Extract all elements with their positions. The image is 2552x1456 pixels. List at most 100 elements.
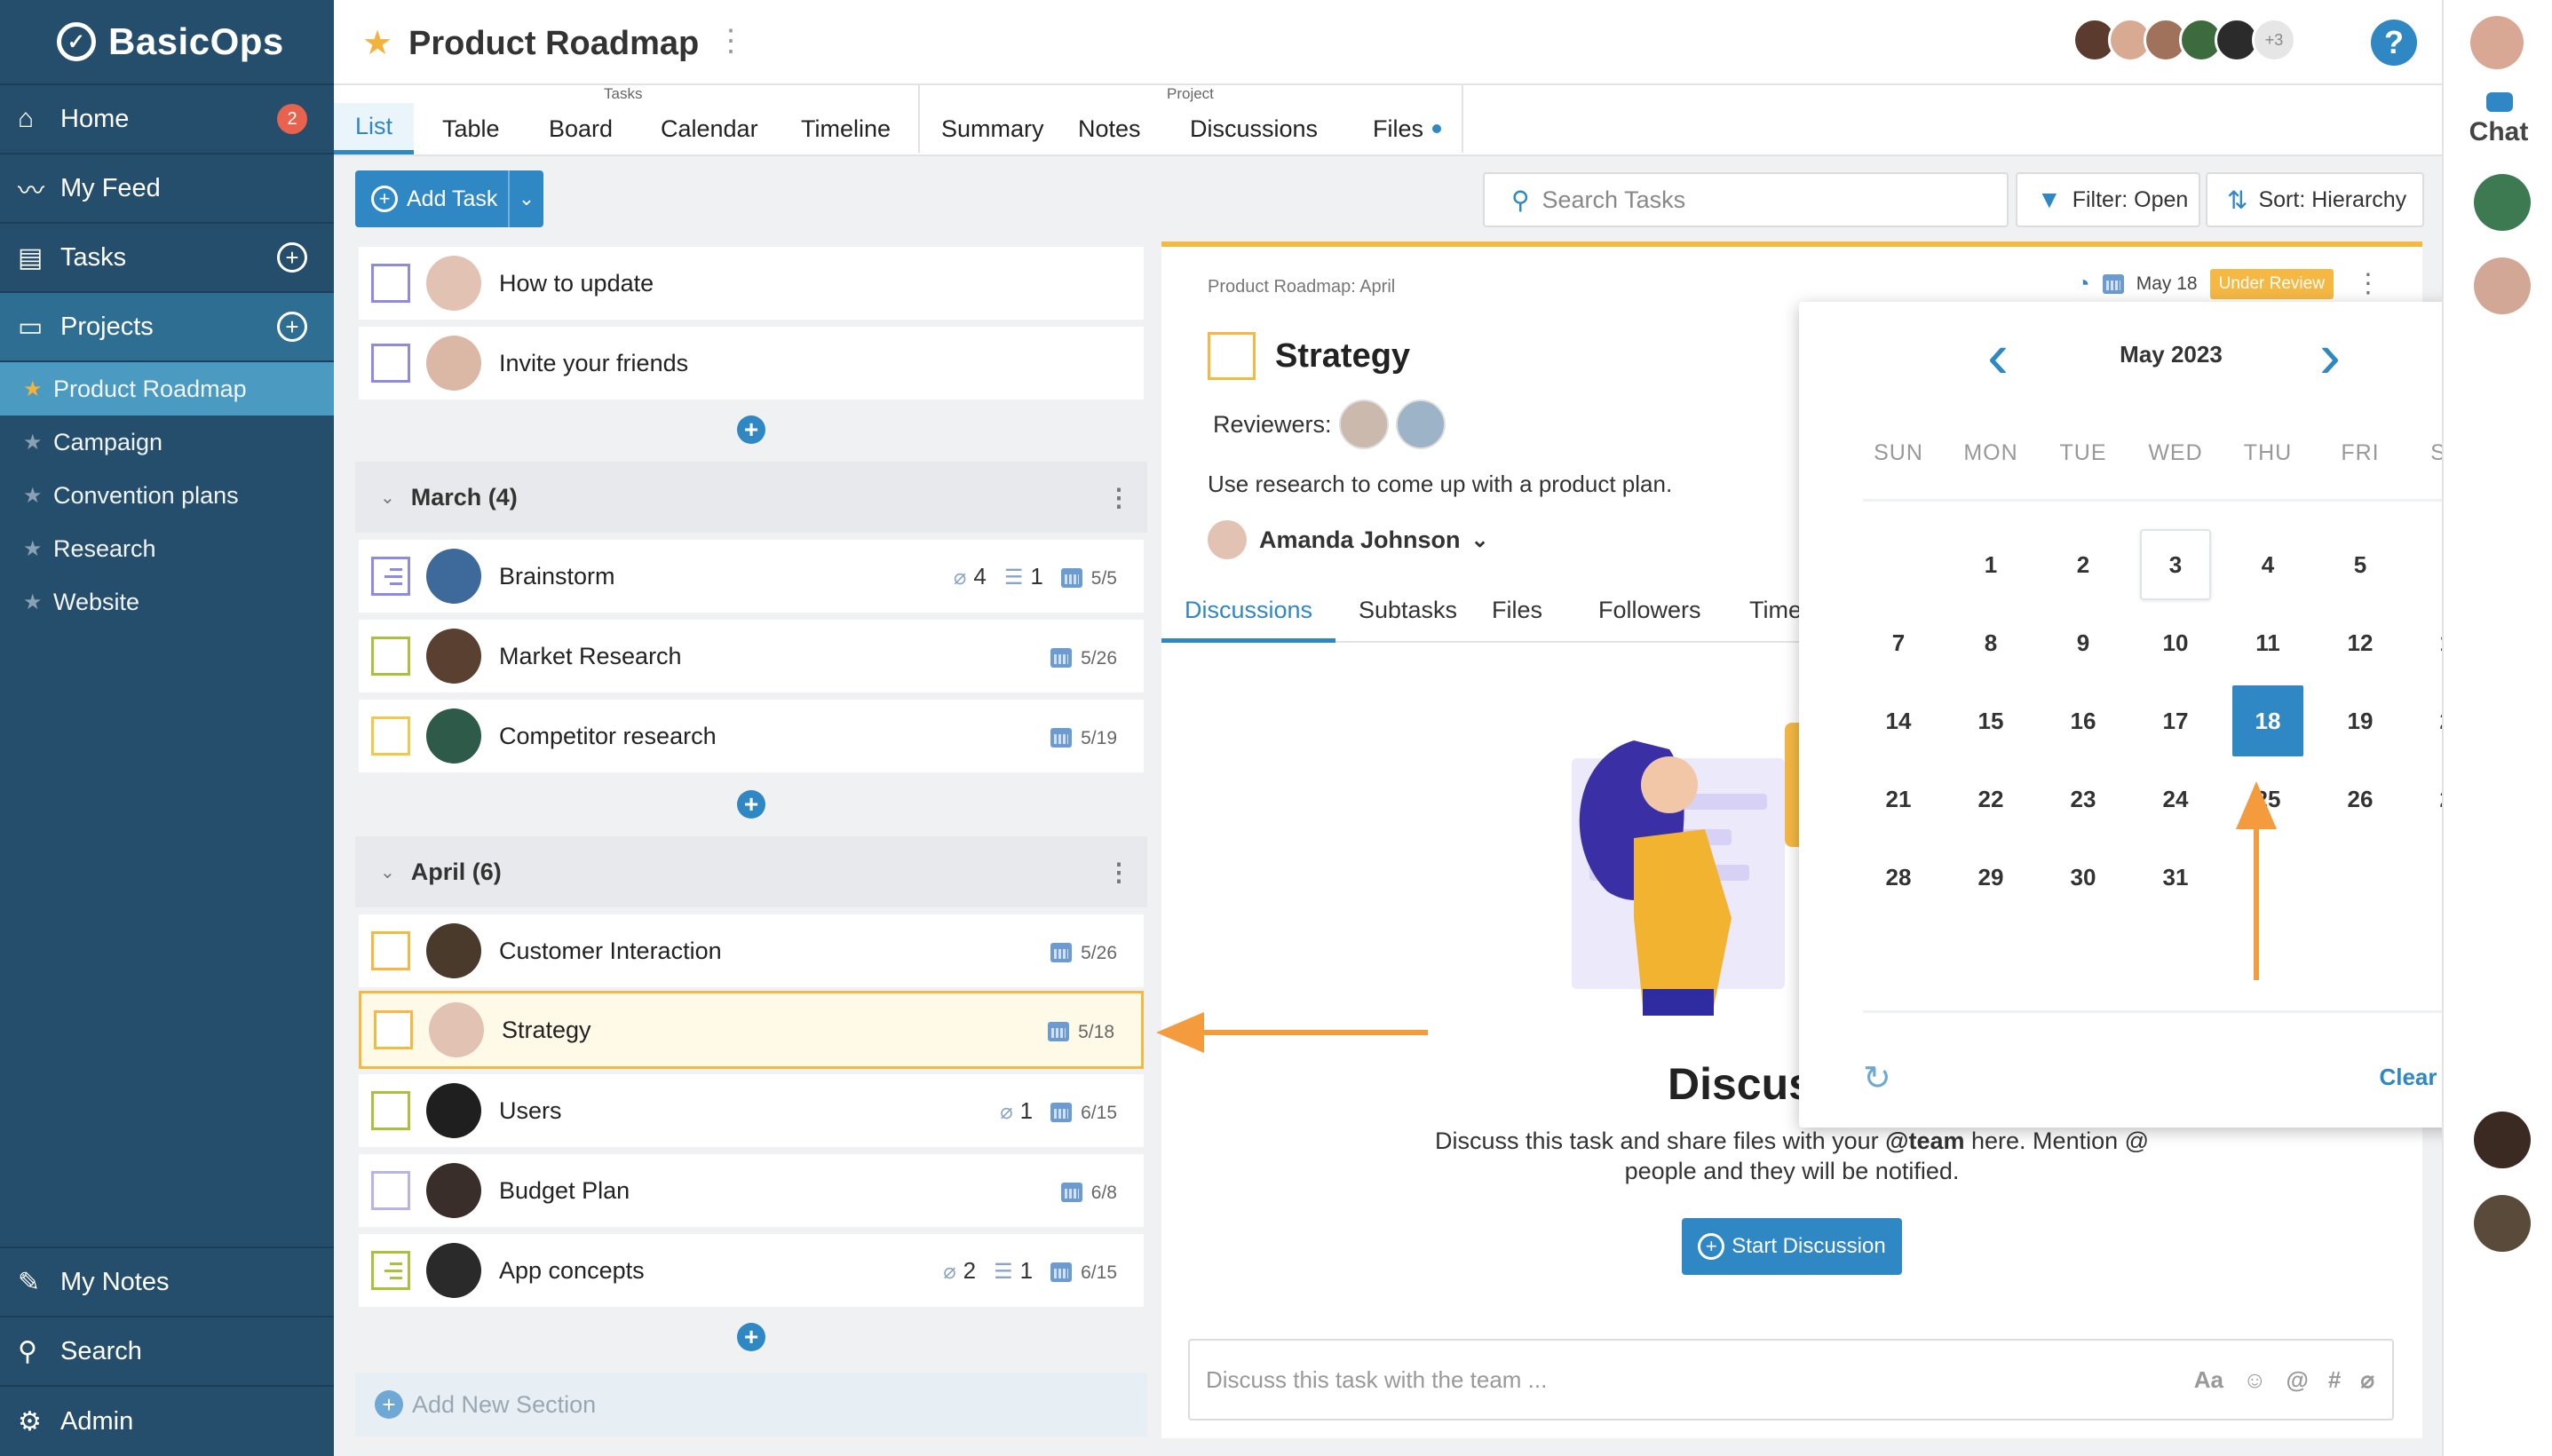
tab-files[interactable]: Files [1351,103,1462,154]
calendar-day[interactable]: 3 [2140,529,2211,600]
calendar-day[interactable]: 14 [1863,685,1934,756]
add-section-button[interactable]: + Add New Section [355,1373,1147,1436]
chevron-down-icon[interactable]: ⌄ [380,861,395,883]
task-row[interactable]: Competitor research 5/19 [359,700,1144,772]
task-checkbox[interactable] [371,716,410,756]
emoji-icon[interactable]: ☺ [2243,1366,2267,1394]
tab-files[interactable]: Files [1469,597,1565,643]
task-row[interactable]: Budget Plan 6/8 [359,1154,1144,1227]
tab-followers[interactable]: Followers [1575,597,1724,643]
task-row[interactable]: Customer Interaction 5/26 [359,914,1144,987]
calendar-day[interactable]: 8 [1955,607,2026,678]
calendar-day[interactable]: 15 [1955,685,2026,756]
status-badge[interactable]: Under Review [2209,268,2334,299]
task-menu-icon[interactable]: ⋮ [2355,268,2382,299]
app-logo[interactable]: ✓ BasicOps [0,0,334,85]
avatar[interactable] [1338,400,1389,449]
calendar-day[interactable]: 4 [2232,529,2303,600]
calendar-day[interactable]: 28 [1863,842,1934,913]
task-checkbox[interactable] [371,264,410,303]
refresh-icon[interactable]: ↻ [1863,1058,1891,1098]
task-checkbox[interactable] [371,1091,410,1130]
tab-discussions[interactable]: Discussions [1161,597,1336,643]
chat-contact-avatar[interactable] [2474,1112,2531,1168]
due-date[interactable]: May 18 [2136,273,2198,295]
calendar-day[interactable]: 30 [2048,842,2119,913]
calendar-day[interactable]: 16 [2048,685,2119,756]
text-format-icon[interactable]: Aa [2194,1366,2223,1394]
task-row[interactable]: Users ⌀ 1 6/15 [359,1074,1144,1147]
sidebar-item-search[interactable]: ⚲ Search [0,1318,334,1387]
sidebar-item-admin[interactable]: ⚙ Admin [0,1387,334,1456]
calendar-day[interactable]: 29 [1955,842,2026,913]
calendar-day[interactable]: 1 [1955,529,2026,600]
calendar-day[interactable]: 24 [2140,764,2211,835]
next-month-icon[interactable]: › [2319,320,2341,392]
task-checkbox[interactable] [371,637,410,676]
section-header-march[interactable]: ⌄ March (4) ⋮ [355,462,1147,533]
calendar-day[interactable]: 11 [2232,607,2303,678]
task-description[interactable]: Use research to come up with a product p… [1208,471,1672,498]
current-user-avatar[interactable] [2470,16,2524,69]
add-task-inline-icon[interactable]: + [737,1323,765,1351]
project-item-research[interactable]: ★ Research [0,522,334,575]
section-menu-icon[interactable]: ⋮ [1106,483,1131,512]
help-icon[interactable]: ? [2371,20,2417,66]
section-menu-icon[interactable]: ⋮ [1106,858,1131,887]
task-row[interactable]: Brainstorm ⌀ 4 ☰ 1 5/5 [359,540,1144,613]
chevron-down-icon[interactable]: ⌄ [380,487,395,509]
task-checkbox[interactable] [371,1171,410,1210]
start-discussion-button[interactable]: + Start Discussion [1682,1218,1902,1275]
calendar-day[interactable]: 19 [2325,685,2396,756]
breadcrumb[interactable]: Product Roadmap: April [1208,277,1395,297]
section-header-april[interactable]: ⌄ April (6) ⋮ [355,836,1147,907]
calendar-day[interactable]: 22 [1955,764,2026,835]
project-menu-icon[interactable]: ⋮ [716,23,746,59]
task-checkbox[interactable] [374,1010,413,1049]
tab-list[interactable]: List [334,103,415,154]
sidebar-item-tasks[interactable]: ▤ Tasks + [0,224,334,293]
task-checkbox[interactable] [371,344,410,383]
sidebar-item-projects[interactable]: ▭ Projects + [0,293,334,362]
calendar-day[interactable]: 31 [2140,842,2211,913]
chat-contact-avatar[interactable] [2474,1195,2531,1252]
task-checkbox[interactable] [1208,332,1256,380]
calendar-icon[interactable] [2102,273,2124,294]
comment-input[interactable]: Discuss this task with the team ... Aa ☺… [1188,1339,2394,1420]
add-task-dropdown[interactable]: ⌄ [508,170,543,227]
more-members-count[interactable]: +3 [2252,18,2296,62]
add-task-plus-icon[interactable]: + [277,242,307,273]
project-item-campaign[interactable]: ★ Campaign [0,415,334,469]
calendar-day[interactable]: 2 [2048,529,2119,600]
tab-discussions[interactable]: Discussions [1169,103,1339,154]
task-row[interactable]: Invite your friends [359,327,1144,400]
add-project-plus-icon[interactable]: + [277,312,307,342]
tab-summary[interactable]: Summary [920,103,1066,154]
calendar-day[interactable]: 9 [2048,607,2119,678]
task-row[interactable]: App concepts ⌀ 2 ☰ 1 6/15 [359,1234,1144,1307]
project-item-product-roadmap[interactable]: ★ Product Roadmap [0,362,334,415]
sidebar-item-home[interactable]: ⌂ Home 2 [0,85,334,154]
calendar-day[interactable]: 21 [1863,764,1934,835]
calendar-day[interactable]: 7 [1863,607,1934,678]
project-item-convention-plans[interactable]: ★ Convention plans [0,469,334,522]
tab-subtasks[interactable]: Subtasks [1335,597,1480,643]
mention-icon[interactable]: @ [2286,1366,2309,1394]
tab-calendar[interactable]: Calendar [639,103,780,154]
task-title-text[interactable]: Strategy [1275,337,1410,376]
calendar-day[interactable]: 26 [2325,764,2396,835]
sort-button[interactable]: ⇅ Sort: Hierarchy [2206,172,2424,227]
task-checkbox-with-subtasks[interactable] [371,557,410,596]
calendar-day[interactable]: 23 [2048,764,2119,835]
avatar[interactable] [1395,400,1446,449]
task-checkbox[interactable] [371,931,410,970]
calendar-day[interactable]: 5 [2325,529,2396,600]
hashtag-icon[interactable]: # [2328,1366,2341,1394]
paperclip-icon[interactable]: ⌀ [2360,1366,2374,1394]
filter-button[interactable]: ▼ Filter: Open [2016,172,2200,227]
calendar-day[interactable]: 17 [2140,685,2211,756]
tab-timeline[interactable]: Timeline [780,103,912,154]
add-task-inline-icon[interactable]: + [737,415,765,444]
task-row[interactable]: How to update [359,247,1144,320]
tab-table[interactable]: Table [421,103,521,154]
